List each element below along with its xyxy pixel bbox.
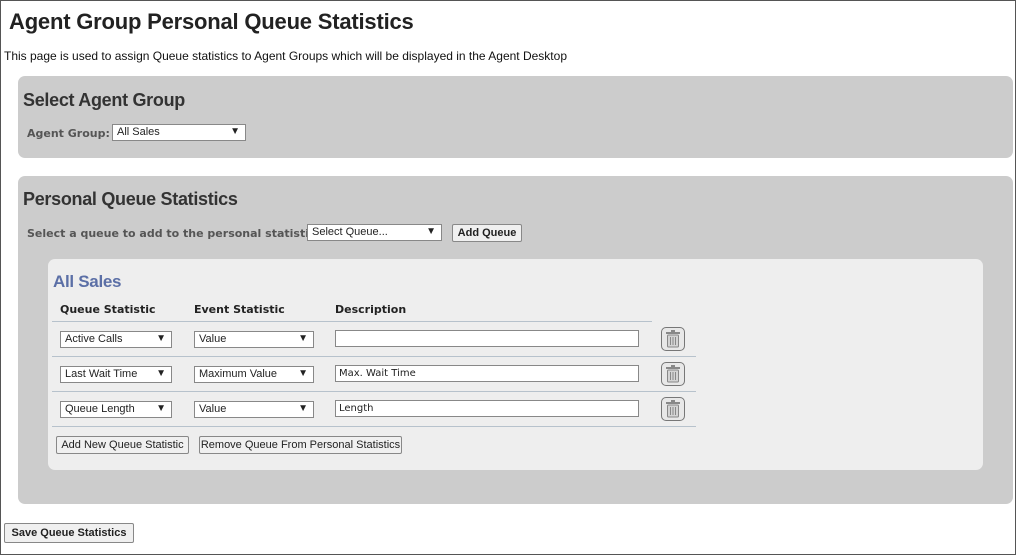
queue-statistic-select[interactable]: Active Calls ▼ xyxy=(60,331,172,348)
chevron-down-icon: ▼ xyxy=(156,368,166,379)
personal-queue-statistics-title: Personal Queue Statistics xyxy=(23,189,238,209)
chevron-down-icon: ▼ xyxy=(298,368,308,379)
queue-block-title: All Sales xyxy=(53,272,122,291)
row-separator xyxy=(52,426,696,427)
add-queue-button[interactable]: Add Queue xyxy=(452,224,522,242)
delete-statistic-button[interactable] xyxy=(661,327,685,351)
description-input[interactable]: Max. Wait Time xyxy=(335,365,639,382)
queue-statistic-select[interactable]: Last Wait Time ▼ xyxy=(60,366,172,383)
queue-block-all-sales: All Sales Queue Statistic Event Statisti… xyxy=(48,259,983,470)
agent-group-label: Agent Group: xyxy=(27,127,110,140)
agent-group-select[interactable]: All Sales ▼ xyxy=(112,124,246,141)
description-input[interactable]: Length xyxy=(335,400,639,417)
queue-statistic-header: Queue Statistic xyxy=(60,303,156,316)
event-statistic-select[interactable]: Value ▼ xyxy=(194,401,314,418)
description-header: Description xyxy=(335,303,407,316)
chevron-down-icon: ▼ xyxy=(298,333,308,344)
chevron-down-icon: ▼ xyxy=(298,403,308,414)
personal-queue-statistics-panel: Personal Queue Statistics Select a queue… xyxy=(18,176,1013,504)
event-statistic-select[interactable]: Value ▼ xyxy=(194,331,314,348)
row-separator xyxy=(52,391,696,392)
chevron-down-icon: ▼ xyxy=(230,126,240,137)
chevron-down-icon: ▼ xyxy=(156,333,166,344)
select-queue-value: Select Queue... xyxy=(312,226,388,238)
event-statistic-value: Maximum Value xyxy=(199,368,278,380)
page-title: Agent Group Personal Queue Statistics xyxy=(9,9,414,34)
select-agent-group-title: Select Agent Group xyxy=(23,90,185,110)
select-queue-label: Select a queue to add to the personal st… xyxy=(27,227,327,240)
row-separator xyxy=(52,356,696,357)
trash-icon xyxy=(666,330,680,348)
event-statistic-value: Value xyxy=(199,403,227,415)
event-statistic-value: Value xyxy=(199,333,227,345)
add-new-queue-statistic-button[interactable]: Add New Queue Statistic xyxy=(56,436,189,454)
trash-icon xyxy=(666,365,680,383)
table-header-line xyxy=(52,321,652,322)
delete-statistic-button[interactable] xyxy=(661,362,685,386)
save-queue-statistics-button[interactable]: Save Queue Statistics xyxy=(4,523,134,543)
queue-statistic-value: Last Wait Time xyxy=(65,368,138,380)
page-description: This page is used to assign Queue statis… xyxy=(4,49,567,63)
delete-statistic-button[interactable] xyxy=(661,397,685,421)
chevron-down-icon: ▼ xyxy=(426,226,436,237)
select-queue-dropdown[interactable]: Select Queue... ▼ xyxy=(307,224,442,241)
agent-group-select-value: All Sales xyxy=(117,126,160,138)
event-statistic-header: Event Statistic xyxy=(194,303,285,316)
chevron-down-icon: ▼ xyxy=(156,403,166,414)
queue-statistic-select[interactable]: Queue Length ▼ xyxy=(60,401,172,418)
trash-icon xyxy=(666,400,680,418)
remove-queue-button[interactable]: Remove Queue From Personal Statistics xyxy=(199,436,402,454)
event-statistic-select[interactable]: Maximum Value ▼ xyxy=(194,366,314,383)
queue-statistic-value: Active Calls xyxy=(65,333,123,345)
select-agent-group-panel: Select Agent Group Agent Group: All Sale… xyxy=(18,76,1013,158)
queue-statistic-value: Queue Length xyxy=(65,403,135,415)
description-input[interactable] xyxy=(335,330,639,347)
